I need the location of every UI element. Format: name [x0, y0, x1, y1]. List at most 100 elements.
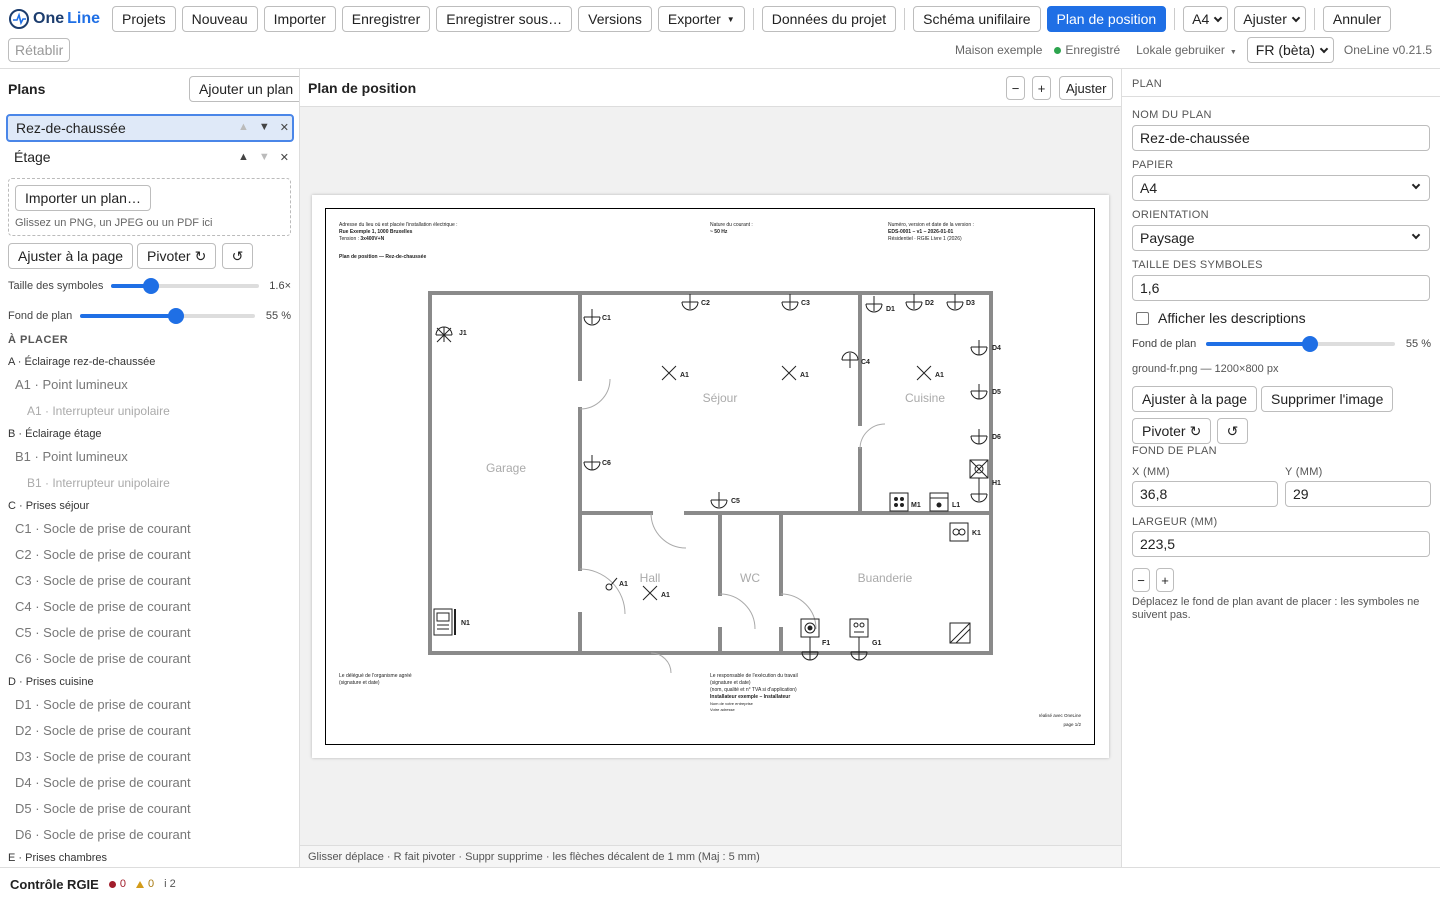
socket-d6[interactable]: D6	[970, 429, 1001, 445]
light-point-a1-sejour[interactable]: A1	[661, 365, 689, 381]
list-item[interactable]: D5 · Socle de prise de courant	[8, 796, 298, 822]
light-point-a1-hall[interactable]: A1	[642, 585, 670, 601]
socket-c2[interactable]: C2	[681, 294, 710, 311]
list-item[interactable]: A1 · Point lumineux	[8, 372, 298, 398]
socket-c3[interactable]: C3	[781, 294, 810, 311]
reset-rotation-button[interactable]: ↺	[1217, 418, 1248, 444]
list-item[interactable]: C1 · Socle de prise de courant	[8, 516, 298, 542]
paper-select[interactable]: A4	[1183, 6, 1229, 32]
error-count[interactable]: 0	[108, 878, 126, 890]
fit-page-button[interactable]: Ajuster à la page	[8, 243, 134, 269]
list-item[interactable]: C6 · Socle de prise de courant	[8, 646, 298, 672]
appliance-l1[interactable]: L1	[929, 492, 960, 512]
zoom-fit-button[interactable]: Ajuster	[1059, 76, 1114, 100]
versions-button[interactable]: Versions	[578, 6, 652, 32]
nouveau-button[interactable]: Nouveau	[181, 6, 258, 32]
list-item[interactable]: C4 · Socle de prise de courant	[8, 594, 298, 620]
retablir-button[interactable]: Rétablir	[8, 38, 71, 62]
socket-d5[interactable]: D5	[970, 384, 1001, 400]
import-plan-button[interactable]: Importer un plan…	[15, 185, 151, 211]
socket-d3[interactable]: D3	[946, 294, 975, 311]
user-menu[interactable]: Lokale gebruiker ▼	[1136, 43, 1237, 57]
list-item[interactable]: C3 · Socle de prise de courant	[8, 568, 298, 594]
socket-c1[interactable]: C1	[583, 309, 611, 326]
width-decrease-button[interactable]: −	[1132, 568, 1150, 592]
rotate-button[interactable]: Pivoter ↻	[1132, 418, 1212, 444]
appliance-k1[interactable]: K1	[949, 522, 981, 542]
appliance-m1[interactable]: M1	[889, 492, 921, 512]
move-down-icon[interactable]: ▼	[259, 121, 270, 134]
list-item[interactable]: C5 · Socle de prise de courant	[8, 620, 298, 646]
zoom-out-button[interactable]: −	[1006, 76, 1025, 100]
socket-j1[interactable]: J1	[435, 326, 467, 343]
enregistrer-button[interactable]: Enregistrer	[341, 6, 431, 32]
move-up-icon[interactable]: ▲	[238, 121, 249, 134]
width-increase-button[interactable]: +	[1156, 568, 1174, 592]
symbol-size-input[interactable]: 1,6	[1132, 275, 1430, 301]
list-item[interactable]: D2 · Socle de prise de courant	[8, 718, 298, 744]
x-value: 36,8	[1140, 486, 1168, 502]
projets-button[interactable]: Projets	[112, 6, 176, 32]
orientation-select[interactable]: Paysage	[1132, 225, 1430, 251]
list-item[interactable]: D3 · Socle de prise de courant	[8, 744, 298, 770]
distribution-board-n1[interactable]: N1	[433, 608, 470, 636]
list-item[interactable]: D4 · Socle de prise de courant	[8, 770, 298, 796]
socket-d2[interactable]: D2	[905, 294, 934, 311]
socket-d1[interactable]: D1	[865, 296, 895, 313]
socket-c5[interactable]: C5	[710, 492, 740, 509]
tab-plan-de-position[interactable]: Plan de position	[1046, 6, 1167, 32]
close-icon[interactable]: ✕	[280, 151, 289, 164]
plan-name-input[interactable]: Rez-de-chaussée	[1132, 125, 1430, 151]
info-count[interactable]: i 2	[164, 878, 176, 890]
symbol-size-slider[interactable]	[111, 278, 259, 294]
slider-handle[interactable]	[168, 308, 185, 324]
list-item[interactable]: B1 · Point lumineux	[8, 444, 298, 470]
list-item[interactable]: D1 · Socle de prise de courant	[8, 692, 298, 718]
socket-c6[interactable]: C6	[583, 455, 611, 471]
zoom-in-button[interactable]: +	[1032, 76, 1051, 100]
remove-image-button[interactable]: Supprimer l'image	[1261, 386, 1394, 412]
symbol-label: A1	[800, 372, 809, 379]
slider-handle[interactable]	[143, 278, 160, 294]
plan-dropzone[interactable]: Importer un plan… Glissez un PNG, un JPE…	[8, 178, 291, 236]
fit-page-button[interactable]: Ajuster à la page	[1132, 386, 1258, 412]
light-point-a1-cuisine[interactable]: A1	[916, 365, 944, 381]
socket-d4[interactable]: D4	[970, 340, 1001, 356]
exporter-button[interactable]: Exporter ▼	[657, 6, 745, 32]
group-label: E · Prises chambres	[8, 852, 108, 864]
plan-sheet[interactable]: Adresse du lieu où est placée l'installa…	[312, 195, 1109, 758]
appliance-diagonal[interactable]	[949, 622, 971, 644]
appliance-h1[interactable]: H1	[969, 459, 1001, 503]
list-item[interactable]: D6 · Socle de prise de courant	[8, 822, 298, 848]
close-icon[interactable]: ✕	[280, 121, 289, 134]
symbols[interactable]: J1 C1 C2 C3 C4 C5 C6 D1 D2 D3 D4 D5 D6 A…	[433, 294, 1001, 661]
floor-plan[interactable]: Séjour Cuisine Garage Hall WC Buanderie …	[326, 209, 1096, 746]
move-down-icon[interactable]: ▼	[259, 151, 270, 164]
slider-handle[interactable]	[1302, 336, 1319, 352]
donnees-projet-button[interactable]: Données du projet	[761, 6, 897, 32]
importer-button[interactable]: Importer	[263, 6, 336, 32]
enregistrer-sous-button[interactable]: Enregistrer sous…	[436, 6, 573, 32]
tab-schema-unifilaire[interactable]: Schéma unifilaire	[913, 6, 1041, 32]
rotate-button[interactable]: Pivoter ↻	[137, 243, 217, 269]
y-input[interactable]: 29	[1285, 481, 1431, 507]
ajuster-select[interactable]: Ajuster	[1234, 6, 1306, 32]
bg-opacity-slider[interactable]	[80, 308, 255, 324]
language-select[interactable]: FR (bèta)	[1246, 37, 1334, 63]
list-subitem[interactable]: B1 · Interrupteur unipolaire	[8, 470, 298, 496]
list-item[interactable]: C2 · Socle de prise de courant	[8, 542, 298, 568]
socket-c4[interactable]: C4	[841, 351, 870, 368]
bg-opacity-slider[interactable]	[1206, 336, 1395, 352]
paper-select[interactable]: A4	[1132, 175, 1430, 201]
x-input[interactable]: 36,8	[1132, 481, 1278, 507]
width-input[interactable]: 223,5	[1132, 531, 1430, 557]
move-up-icon[interactable]: ▲	[238, 151, 249, 164]
save-status-label: Enregistré	[1065, 43, 1121, 57]
warning-count[interactable]: 0	[135, 878, 154, 890]
annuler-button[interactable]: Annuler	[1322, 6, 1392, 32]
list-subitem[interactable]: A1 · Interrupteur unipolaire	[8, 398, 298, 424]
add-plan-button[interactable]: Ajouter un plan	[189, 76, 299, 102]
light-point-a1-sejour-2[interactable]: A1	[781, 365, 809, 381]
show-descriptions-checkbox[interactable]	[1136, 311, 1149, 325]
reset-rotation-button[interactable]: ↺	[222, 243, 253, 269]
